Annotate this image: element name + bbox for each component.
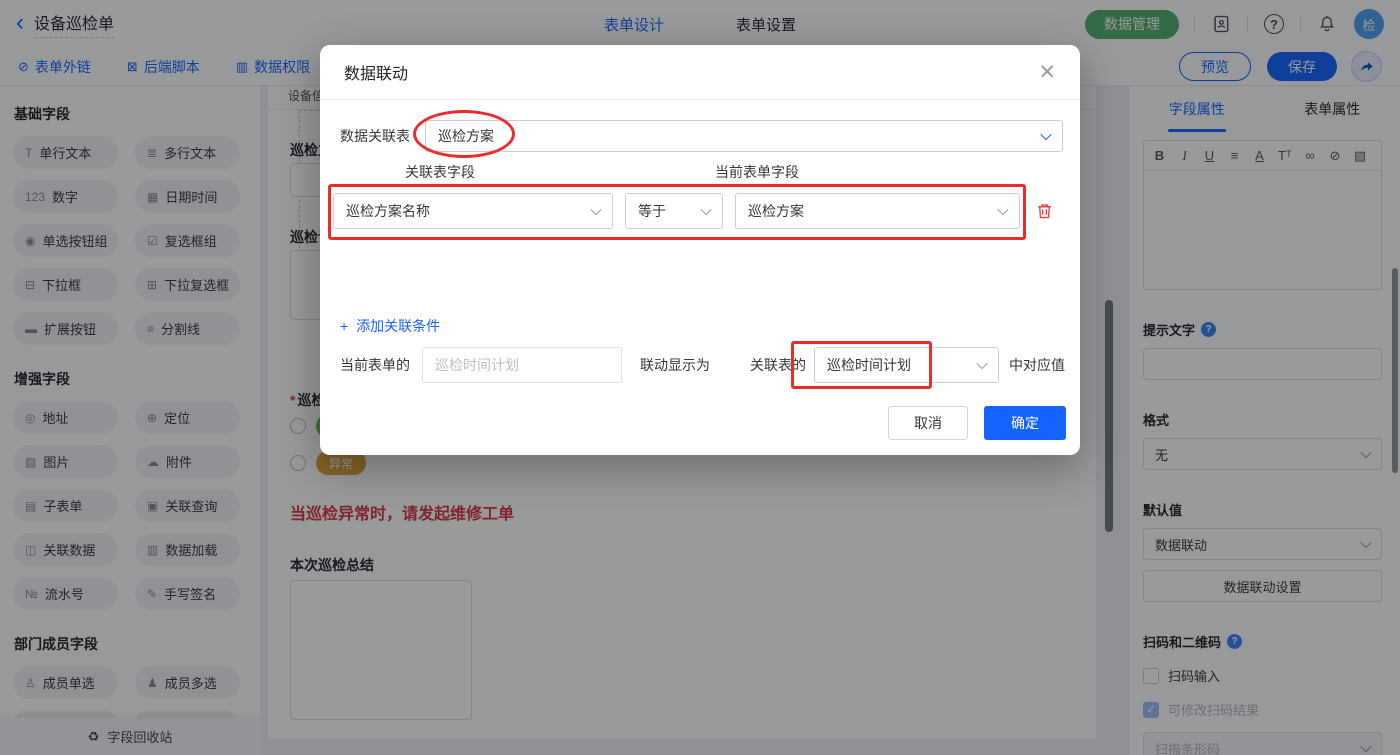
chevron-down-icon (590, 203, 602, 216)
modal-title: 数据联动 (344, 66, 409, 83)
chevron-down-icon (976, 357, 988, 370)
condition-field-select[interactable]: 巡检方案名称 (333, 193, 613, 229)
corresponding-value-label: 中对应值 (1009, 357, 1065, 373)
display-as-label: 联动显示为 (640, 357, 710, 373)
related-table-label: 关联表的 (750, 357, 806, 373)
plus-icon: + (340, 318, 349, 334)
close-icon[interactable]: ✕ (1038, 62, 1056, 83)
condition-form-field-select[interactable]: 巡检方案 (735, 193, 1020, 229)
relation-table-row: 数据关联表 巡检方案 (340, 120, 1063, 152)
related-field-column-header: 关联表字段 (405, 164, 475, 180)
relation-table-select[interactable]: 巡检方案 (425, 120, 1063, 152)
chevron-down-icon (700, 203, 712, 216)
related-table-field-select[interactable]: 巡检时间计划 (814, 347, 999, 383)
delete-condition-button[interactable] (1036, 202, 1053, 220)
condition-row: 巡检方案名称 等于 巡检方案 (333, 193, 1053, 229)
linkage-display-row: 当前表单的 联动显示为 关联表的 巡检时间计划 中对应值 (340, 347, 1065, 383)
confirm-button[interactable]: 确定 (984, 406, 1066, 440)
cancel-button[interactable]: 取消 (888, 406, 968, 440)
add-condition-link[interactable]: + 添加关联条件 (340, 316, 440, 336)
trash-icon (1038, 204, 1051, 219)
chevron-down-icon (997, 203, 1009, 216)
data-linkage-modal: 数据联动 ✕ 数据关联表 巡检方案 关联表字段 当前表单字段 巡检方案名称 等于… (320, 45, 1080, 455)
current-form-column-header: 当前表单字段 (715, 164, 799, 180)
modal-header: 数据联动 ✕ (320, 45, 1080, 100)
chevron-down-icon (1040, 128, 1052, 141)
current-form-field-input[interactable] (422, 347, 622, 383)
modal-footer: 取消 确定 (888, 406, 1066, 440)
condition-operator-select[interactable]: 等于 (625, 193, 723, 229)
relation-table-label: 数据关联表 (340, 128, 410, 144)
current-form-label: 当前表单的 (340, 357, 410, 373)
